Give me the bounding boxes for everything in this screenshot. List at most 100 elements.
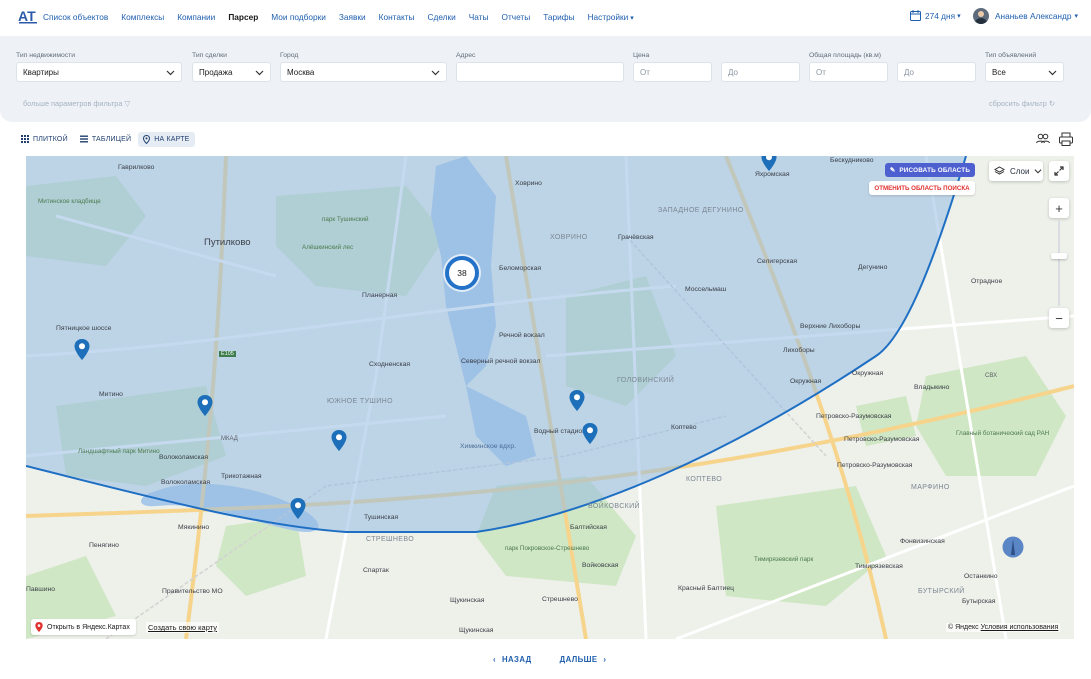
map-label: Химкинское вдхр. (460, 443, 516, 450)
nav-item-complexes[interactable]: Комплексы (121, 12, 164, 22)
filter-icon: ▽ (124, 99, 131, 108)
map-label: Войковская (582, 562, 619, 569)
nav-item-companies[interactable]: Компании (177, 12, 215, 22)
property-type-select[interactable]: Квартиры (16, 62, 182, 82)
user-menu[interactable]: Ананьев Александр ▾ (973, 8, 1078, 24)
city-select[interactable]: Москва (280, 62, 447, 82)
map-label: Беломорская (499, 265, 542, 272)
draw-area-button[interactable]: ✎ РИСОВАТЬ ОБЛАСТЬ (885, 163, 975, 177)
map-label: Пенягино (89, 542, 119, 549)
layers-button[interactable]: Слои (989, 161, 1043, 181)
next-button[interactable]: ДАЛЬШЕ › (560, 655, 607, 664)
fullscreen-button[interactable] (1049, 161, 1069, 181)
listing-pin-icon[interactable] (290, 498, 306, 520)
users-icon[interactable] (1035, 131, 1051, 147)
map-label: Волоколамская (159, 454, 209, 461)
map-label: Митино (99, 391, 123, 398)
map-label: Бутырская (962, 598, 996, 605)
days-label: 274 дня (925, 10, 956, 21)
listing-pin-icon[interactable] (582, 423, 598, 445)
zoom-out-button[interactable]: − (1049, 308, 1069, 328)
nav-item-settings[interactable]: Настройки ▾ (588, 12, 634, 22)
nav-item-contacts[interactable]: Контакты (379, 12, 415, 22)
minus-icon: − (1055, 310, 1063, 326)
reset-filter-link[interactable]: сбросить фильтр ↻ (989, 99, 1055, 108)
nav-item-requests[interactable]: Заявки (339, 12, 366, 22)
logo-icon[interactable]: AT (17, 6, 39, 28)
price-to-input[interactable]: До (721, 62, 800, 82)
refresh-icon: ↻ (1048, 99, 1055, 108)
view-map-button[interactable]: НА КАРТЕ (138, 131, 195, 147)
map-label: Северный речной вокзал (461, 358, 541, 365)
price-from-input[interactable]: От (633, 62, 712, 82)
nav-item-deals[interactable]: Сделки (428, 12, 456, 22)
nav-item-tariffs[interactable]: Тарифы (543, 12, 574, 22)
filter-label: Город (280, 52, 299, 59)
listing-pin-icon[interactable] (331, 430, 347, 452)
listing-pin-icon[interactable] (761, 156, 777, 172)
map-label: Петровско-Разумовская (816, 413, 892, 420)
map-label: Трикотажная (221, 473, 262, 480)
back-button[interactable]: ‹ НАЗАД (493, 655, 532, 664)
map-label: Окружная (852, 370, 884, 377)
filter-area: Общая площадь (кв.м) От До (809, 52, 976, 82)
map-canvas[interactable] (26, 156, 1074, 639)
map-label: Сходненская (369, 361, 411, 368)
layers-label: Слои (1010, 166, 1030, 176)
nav-item-parser[interactable]: Парсер (228, 12, 258, 22)
map-label: Щукинская (450, 597, 485, 604)
area-to-input[interactable]: До (897, 62, 976, 82)
user-name: Ананьев Александр (995, 11, 1072, 21)
map-label: Путилково (204, 237, 251, 248)
listing-pin-icon[interactable] (197, 395, 213, 417)
view-switcher: ПЛИТКОЙ ТАБЛИЦЕЙ НА КАРТЕ (16, 131, 197, 147)
cluster-marker[interactable]: 38 (445, 256, 479, 290)
subscription-days[interactable]: 274 дня ▾ (910, 10, 961, 21)
caret-down-icon: ▾ (1074, 13, 1078, 20)
nav-item-collections[interactable]: Мои подборки (271, 12, 326, 22)
create-map-link[interactable]: Создать свою карту (146, 622, 220, 633)
pencil-icon: ✎ (889, 166, 896, 174)
view-map-label: НА КАРТЕ (154, 135, 190, 143)
open-yandex-button[interactable]: Открыть в Яндекс.Картах (31, 619, 136, 635)
nav-item-reports[interactable]: Отчеты (502, 12, 531, 22)
zoom-in-button[interactable]: + (1049, 198, 1069, 218)
area-from-input[interactable]: От (809, 62, 888, 82)
terms-link[interactable]: Условия использования (981, 624, 1059, 631)
map-label: ГОЛОВИНСКИЙ (617, 377, 675, 384)
map-label: Верхние Лихоборы (800, 323, 861, 330)
zoom-slider-handle[interactable] (1051, 253, 1067, 259)
map-label: ВОЙКОВСКИЙ (588, 503, 640, 510)
view-table-button[interactable]: ТАБЛИЦЕЙ (75, 132, 136, 146)
copyright-text: © Яндекс (948, 624, 979, 631)
filter-price: Цена От До (633, 52, 800, 82)
filter-address: Адрес (456, 52, 624, 82)
map-label: Гаврилково (118, 164, 155, 171)
listing-type-select[interactable]: Все (985, 62, 1064, 82)
nav-item-chats[interactable]: Чаты (469, 12, 489, 22)
view-tiles-button[interactable]: ПЛИТКОЙ (16, 132, 73, 146)
main-menu: Список объектов Комплексы Компании Парсе… (43, 0, 647, 34)
cancel-area-button[interactable]: ОТМЕНИТЬ ОБЛАСТЬ ПОИСКА (869, 181, 975, 195)
map-container[interactable]: Гаврилково Митинское кладбище Путилково … (26, 156, 1074, 639)
view-table-label: ТАБЛИЦЕЙ (91, 135, 132, 143)
plus-icon: + (1055, 200, 1063, 216)
map-label: Тимирязевский парк (754, 556, 814, 563)
yandex-pin-icon (35, 622, 43, 632)
settings-label: Настройки (587, 12, 629, 22)
listing-pin-icon[interactable] (569, 390, 585, 412)
deal-type-select[interactable]: Продажа (192, 62, 271, 82)
filter-city: Город Москва (280, 52, 447, 82)
map-label: Главный ботанический сад РАН (956, 430, 1050, 437)
listing-pin-icon[interactable] (74, 339, 90, 361)
zoom-slider-track[interactable] (1058, 220, 1060, 306)
more-filters-link[interactable]: больше параметров фильтра ▽ (23, 99, 130, 108)
address-input[interactable] (456, 62, 624, 82)
reset-filter-label: сбросить фильтр (989, 99, 1047, 108)
printer-icon[interactable] (1058, 131, 1074, 147)
filter-label: Адрес (456, 52, 476, 59)
nav-item-objects[interactable]: Список объектов (43, 12, 108, 22)
map-label: Красный Балтиец (678, 585, 735, 592)
back-label: НАЗАД (502, 655, 532, 664)
calendar-icon (910, 10, 921, 21)
